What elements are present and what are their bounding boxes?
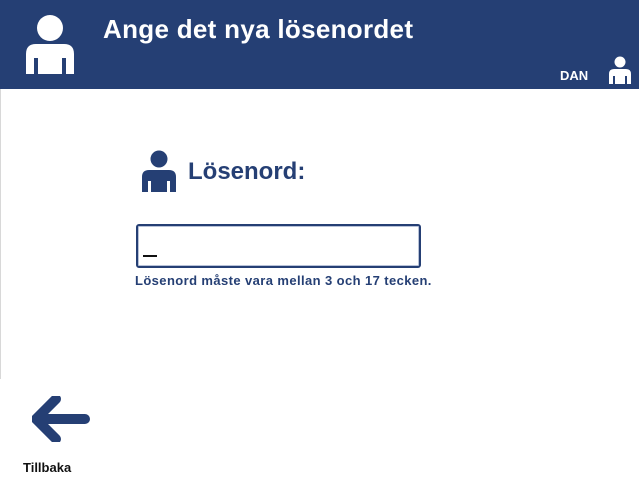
password-input[interactable] (136, 224, 421, 268)
header-bar: Ange det nya lösenordet DAN (0, 0, 639, 89)
current-user-name: DAN (560, 68, 589, 83)
password-hint: Lösenord måste vara mellan 3 och 17 teck… (135, 273, 432, 288)
small-user-icon (609, 56, 631, 84)
content-left-border (0, 89, 1, 379)
password-user-icon (142, 150, 176, 192)
password-label: Lösenord: (188, 158, 306, 185)
arrow-left-icon (32, 396, 90, 442)
back-label: Tillbaka (23, 460, 72, 475)
user-icon (26, 15, 74, 74)
text-cursor (143, 255, 157, 257)
back-button[interactable]: Tillbaka (16, 388, 94, 476)
page-title: Ange det nya lösenordet (103, 14, 414, 44)
